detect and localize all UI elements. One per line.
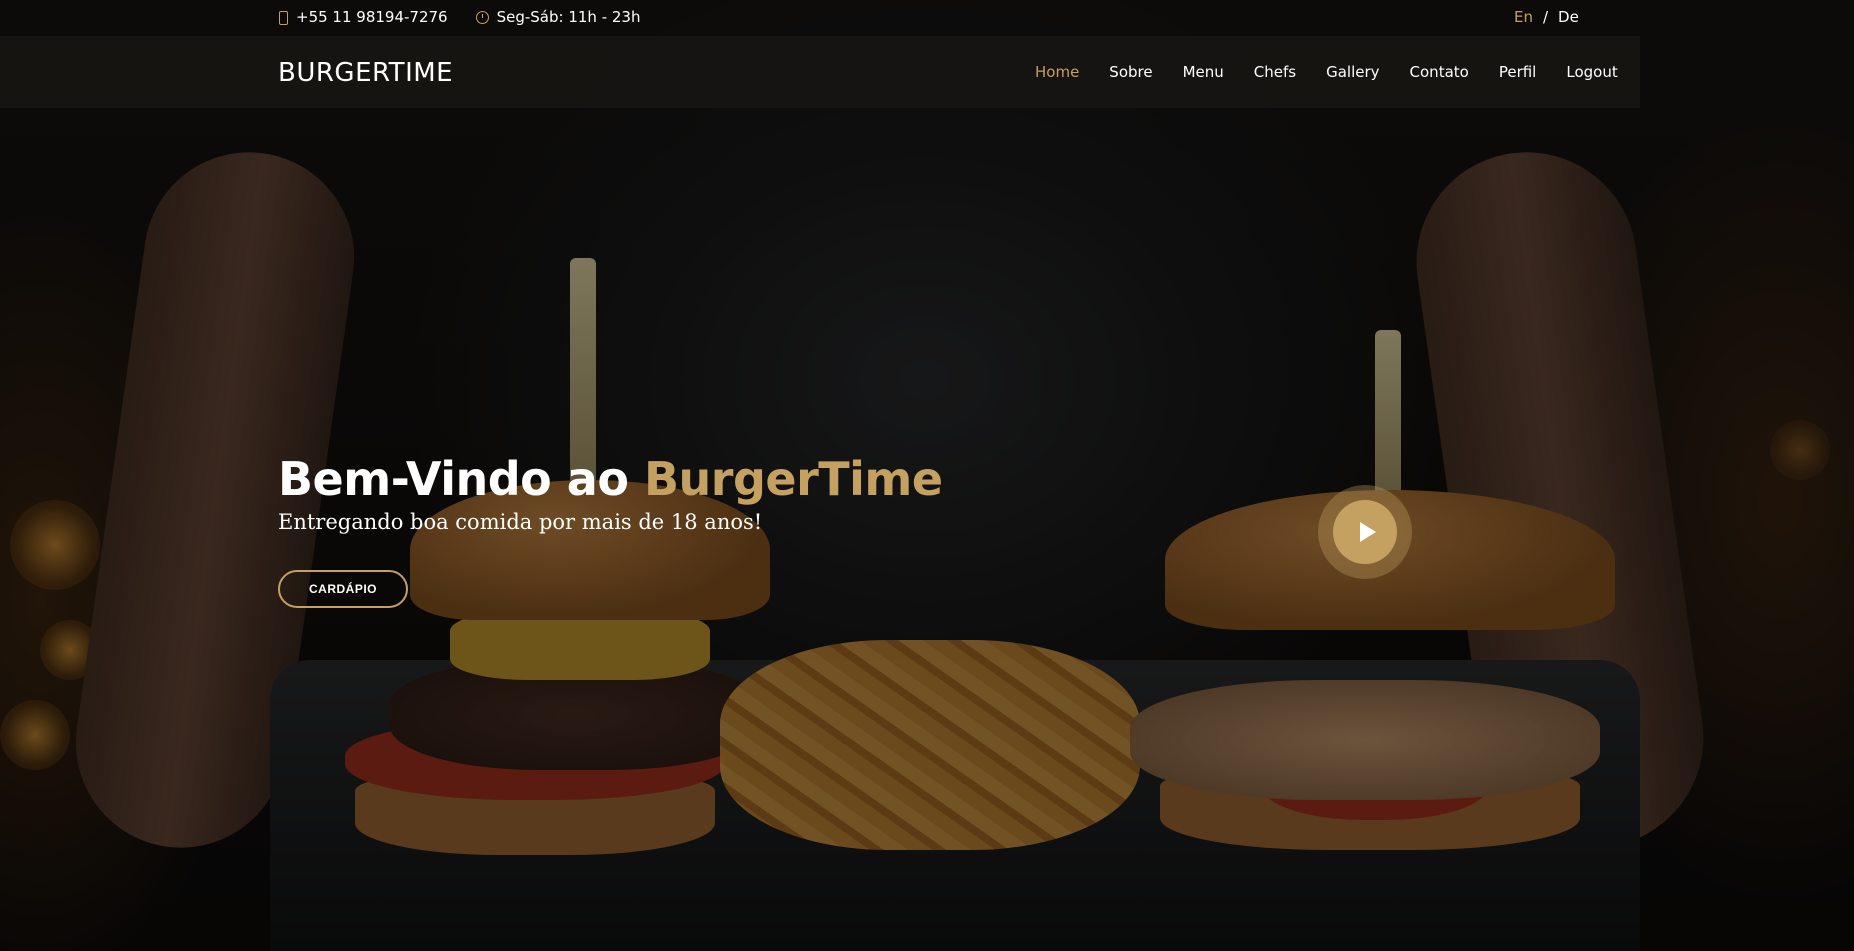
site-logo[interactable]: BURGERTIME [278,58,453,88]
lang-separator: / [1542,8,1549,26]
hero-title-prefix: Bem-Vindo ao [278,452,629,506]
nav-menu[interactable]: Menu [1183,63,1224,81]
hero-title: Bem-Vindo ao BurgerTime [278,452,943,506]
play-icon [1360,522,1376,542]
nav-perfil[interactable]: Perfil [1499,63,1537,81]
opening-hours: Seg-Sáb: 11h - 23h [496,8,641,26]
contact-info: +55 11 98194-7276 Seg-Sáb: 11h - 23h [279,8,640,26]
main-nav: Home Sobre Menu Chefs Gallery Contato Pe… [1035,63,1618,81]
clock-icon [475,10,489,24]
phone-number: +55 11 98194-7276 [296,8,448,26]
phone-icon [279,10,288,25]
play-video-button[interactable] [1318,485,1412,579]
language-switcher: En / De [1514,8,1579,26]
main-navbar: BURGERTIME Home Sobre Menu Chefs Gallery… [0,36,1640,108]
lang-de-link[interactable]: De [1558,8,1579,26]
lang-en-link[interactable]: En [1514,8,1533,26]
hero-text: Bem-Vindo ao BurgerTime Entregando boa c… [278,452,943,534]
nav-contato[interactable]: Contato [1410,63,1469,81]
nav-gallery[interactable]: Gallery [1326,63,1379,81]
nav-sobre[interactable]: Sobre [1109,63,1152,81]
hero-subtitle: Entregando boa comida por mais de 18 ano… [278,510,763,534]
hero-title-brand: BurgerTime [643,452,943,506]
nav-logout[interactable]: Logout [1566,63,1617,81]
nav-chefs[interactable]: Chefs [1254,63,1296,81]
play-button-circle[interactable] [1333,500,1397,564]
nav-home[interactable]: Home [1035,63,1079,81]
menu-button[interactable]: CARDÁPIO [278,570,408,608]
top-info-bar: +55 11 98194-7276 Seg-Sáb: 11h - 23h En … [0,0,1854,36]
